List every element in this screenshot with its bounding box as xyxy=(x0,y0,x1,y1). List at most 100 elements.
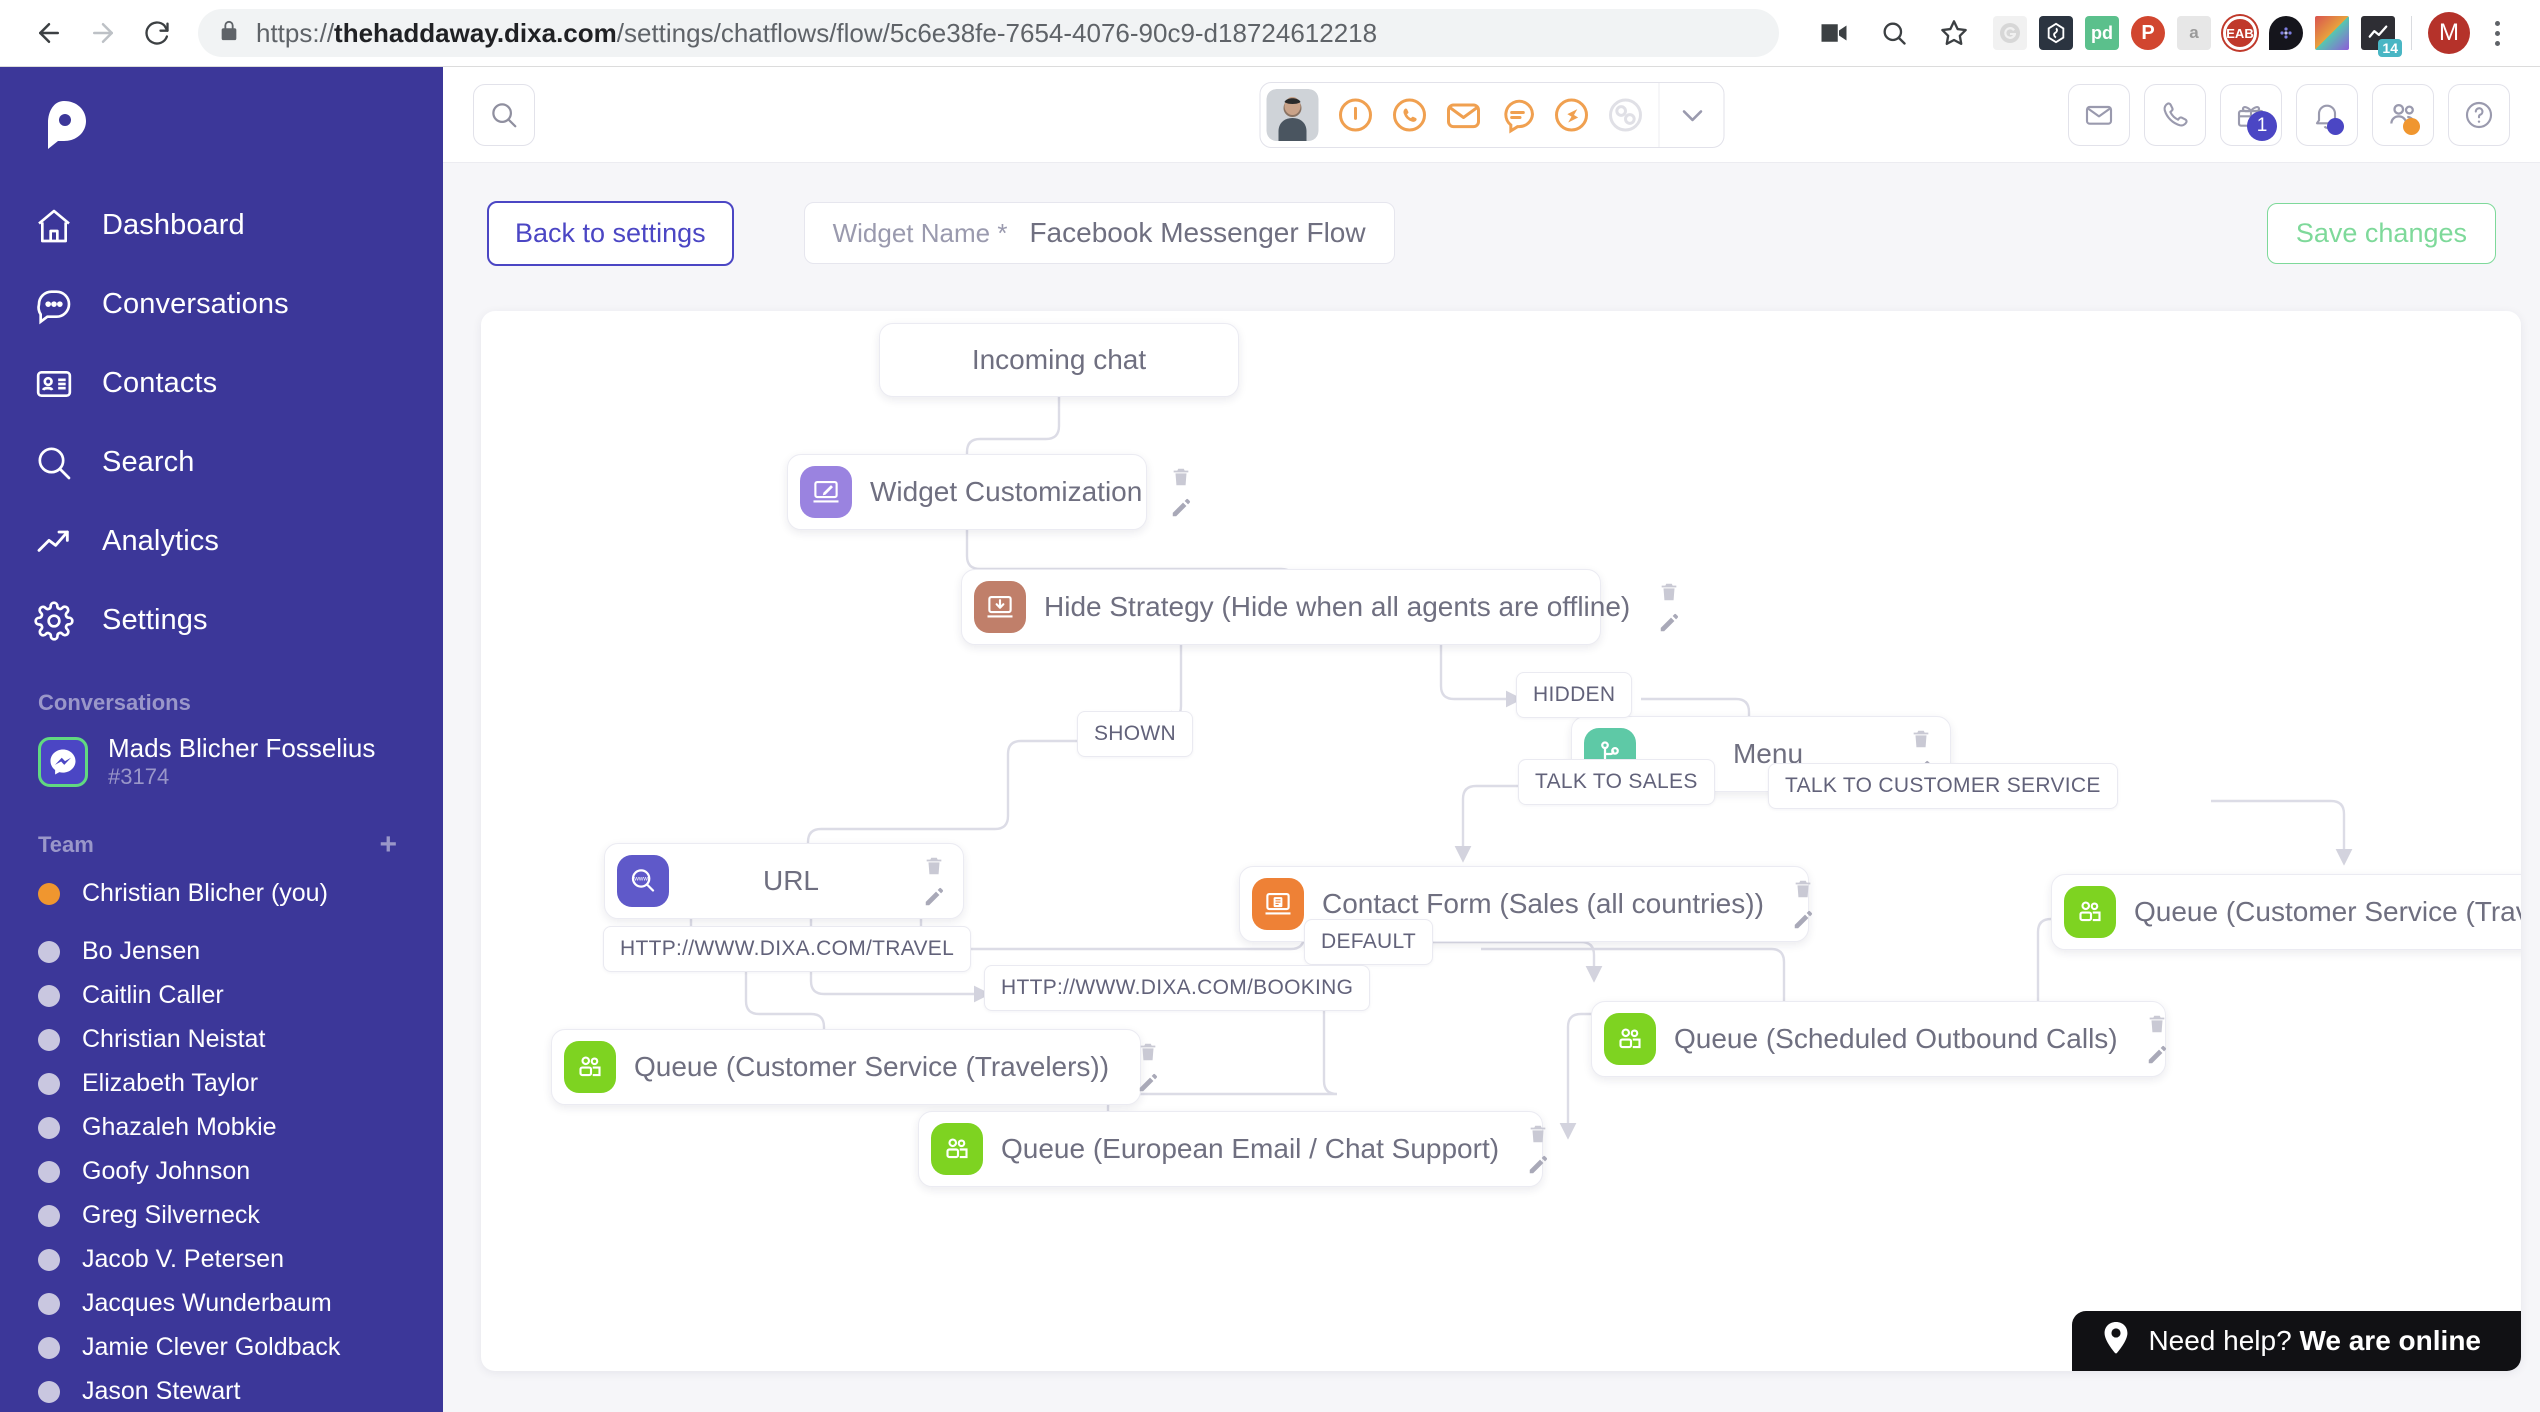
team-list-item[interactable]: Christian Neistat xyxy=(0,1018,443,1062)
edit-icon[interactable] xyxy=(1133,1069,1163,1097)
team-list-item[interactable]: Goofy Johnson xyxy=(0,1150,443,1194)
reload-icon[interactable] xyxy=(130,6,184,60)
gift-button[interactable]: 1 xyxy=(2220,83,2282,146)
flow-node-queue-customer-service-travelers-right[interactable]: Queue (Customer Service (Travelers)) xyxy=(2051,874,2521,950)
flow-node-queue-customer-service-travelers[interactable]: Queue (Customer Service (Travelers)) xyxy=(551,1029,1158,1105)
pause-circle-icon[interactable] xyxy=(1328,88,1382,142)
phone-button[interactable] xyxy=(2144,83,2206,146)
browser-menu-icon[interactable] xyxy=(2476,20,2518,46)
flow-node-queue-european-email-chat-support[interactable]: Queue (European Email / Chat Support) xyxy=(918,1111,1548,1187)
status-badge xyxy=(38,1204,60,1227)
team-list-item[interactable]: Ghazaleh Mobkie xyxy=(0,1106,443,1150)
widget-name-input[interactable]: Facebook Messenger Flow xyxy=(1029,217,1365,249)
cast-video-icon[interactable] xyxy=(1807,6,1861,60)
edit-icon[interactable] xyxy=(1523,1151,1553,1179)
flow-node-hide-strategy[interactable]: Hide Strategy (Hide when all agents are … xyxy=(961,569,1679,645)
edit-icon[interactable] xyxy=(2142,1041,2172,1069)
edge-label-talk-to-sales[interactable]: TALK TO SALES xyxy=(1518,759,1715,805)
chat-bubble-icon xyxy=(32,283,76,327)
edit-icon[interactable] xyxy=(919,883,949,911)
flow-node-incoming-chat[interactable]: Incoming chat xyxy=(879,323,1239,397)
star-icon[interactable] xyxy=(1927,6,1981,60)
sidebar-item-settings[interactable]: Settings xyxy=(0,581,443,660)
flow-node-widget-customization[interactable]: Widget Customization xyxy=(787,454,1191,530)
away-circle-icon[interactable] xyxy=(1598,88,1652,142)
social-circle-icon[interactable] xyxy=(1544,88,1598,142)
edit-icon[interactable] xyxy=(1788,906,1818,934)
adblock-extension-icon[interactable]: EAB xyxy=(2223,16,2257,50)
team-list-item[interactable]: Greg Silverneck xyxy=(0,1194,443,1238)
sidebar-item-dashboard[interactable]: Dashboard xyxy=(0,186,443,265)
mail-button[interactable] xyxy=(2068,83,2130,146)
flow-node-url[interactable]: www URL xyxy=(604,843,964,919)
browser-toolbar: https://thehaddaway.dixa.com/settings/ch… xyxy=(0,0,2540,67)
forward-arrow-icon[interactable] xyxy=(76,6,130,60)
delete-icon[interactable] xyxy=(1906,725,1936,753)
color-grid-extension-icon[interactable] xyxy=(2315,16,2349,50)
node-actions xyxy=(2136,1010,2172,1069)
delete-icon[interactable] xyxy=(919,852,949,880)
chat-circle-icon[interactable] xyxy=(1490,88,1544,142)
comment-extension-icon[interactable]: a xyxy=(2177,16,2211,50)
team-list-item[interactable]: Caitlin Caller xyxy=(0,974,443,1018)
gift-badge: 1 xyxy=(2247,110,2277,141)
edit-icon[interactable] xyxy=(1166,494,1196,522)
delete-icon[interactable] xyxy=(2142,1010,2172,1038)
team-list-item[interactable]: Jason Stewart xyxy=(0,1370,443,1412)
dixa-logo[interactable] xyxy=(0,67,443,176)
chevron-down-icon[interactable] xyxy=(1665,88,1719,142)
edge-label-default[interactable]: DEFAULT xyxy=(1304,919,1434,965)
flow-node-queue-scheduled-outbound-calls[interactable]: Queue (Scheduled Outbound Calls) xyxy=(1591,1001,2166,1077)
envelope-icon[interactable] xyxy=(1436,88,1490,142)
balloon-extension-icon[interactable] xyxy=(2269,16,2303,50)
people-button[interactable] xyxy=(2372,83,2434,146)
edge-label-url-booking[interactable]: HTTP://WWW.DIXA.COM/BOOKING xyxy=(984,965,1371,1011)
browser-profile-avatar[interactable]: M xyxy=(2428,12,2470,54)
save-changes-button[interactable]: Save changes xyxy=(2266,202,2496,264)
team-list-item[interactable]: Christian Blicher (you) xyxy=(0,872,443,916)
edge-label-url-travel[interactable]: HTTP://WWW.DIXA.COM/TRAVEL xyxy=(603,926,972,972)
sidebar-item-analytics[interactable]: Analytics xyxy=(0,502,443,581)
edge-label-shown[interactable]: SHOWN xyxy=(1077,711,1193,757)
sidebar-item-contacts[interactable]: Contacts xyxy=(0,344,443,423)
help-button[interactable] xyxy=(2448,83,2510,146)
sidebar-item-conversations[interactable]: Conversations xyxy=(0,265,443,344)
delete-icon[interactable] xyxy=(1133,1038,1163,1066)
status-badge xyxy=(38,1380,60,1403)
team-list-item[interactable]: Jamie Clever Goldback xyxy=(0,1326,443,1370)
widget-name-field[interactable]: Widget Name * Facebook Messenger Flow xyxy=(803,202,1395,264)
delete-icon[interactable] xyxy=(1523,1120,1553,1148)
dixa-pin-icon xyxy=(2102,1321,2130,1361)
delete-icon[interactable] xyxy=(1788,875,1818,903)
edit-icon[interactable] xyxy=(1654,609,1684,637)
url-text: https://thehaddaway.dixa.com/settings/ch… xyxy=(256,18,1377,49)
pocket-extension-icon[interactable]: P xyxy=(2131,16,2165,50)
avatar[interactable] xyxy=(1266,88,1318,141)
flow-canvas[interactable]: Incoming chat Widget Customization Hide … xyxy=(481,311,2521,1371)
shield-extension-icon[interactable] xyxy=(2039,16,2073,50)
edge-label-hidden[interactable]: HIDDEN xyxy=(1516,672,1633,718)
back-to-settings-button[interactable]: Back to settings xyxy=(487,200,734,266)
delete-icon[interactable] xyxy=(1166,463,1196,491)
back-arrow-icon[interactable] xyxy=(22,6,76,60)
plus-icon[interactable]: + xyxy=(379,829,405,860)
sidebar-item-search[interactable]: Search xyxy=(0,423,443,502)
team-list-item[interactable]: Jacob V. Petersen xyxy=(0,1238,443,1282)
team-list-item[interactable]: Elizabeth Taylor xyxy=(0,1062,443,1106)
edge-label-talk-to-customer-service[interactable]: TALK TO CUSTOMER SERVICE xyxy=(1768,763,2118,809)
phone-circle-icon[interactable] xyxy=(1382,88,1436,142)
team-list-item[interactable]: Bo Jensen xyxy=(0,930,443,974)
pandadoc-extension-icon[interactable]: pd xyxy=(2085,16,2119,50)
grammarly-extension-icon[interactable] xyxy=(1993,16,2027,50)
analytics-extension-icon[interactable]: 14 xyxy=(2361,16,2402,57)
sidebar-conversation-item[interactable]: Mads Blicher Fosselius #3174 xyxy=(0,728,443,800)
address-bar[interactable]: https://thehaddaway.dixa.com/settings/ch… xyxy=(198,9,1779,57)
chat-support-widget[interactable]: Need help? We are online xyxy=(2072,1311,2521,1371)
team-list-item[interactable]: Jacques Wunderbaum xyxy=(0,1282,443,1326)
form-icon xyxy=(1252,878,1304,930)
search-button[interactable] xyxy=(473,83,535,146)
magnifier-icon[interactable] xyxy=(1867,6,1921,60)
notifications-button[interactable] xyxy=(2296,83,2358,146)
node-actions xyxy=(1782,875,1818,934)
delete-icon[interactable] xyxy=(1654,578,1684,606)
